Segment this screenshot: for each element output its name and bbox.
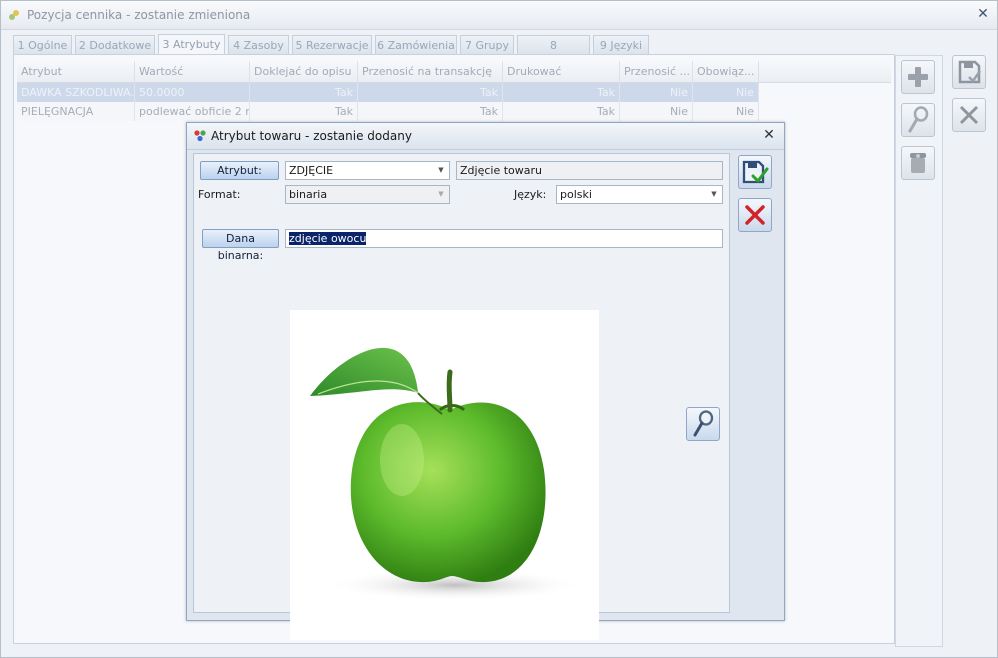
main-save-button[interactable] — [952, 55, 986, 89]
atrybut-value: ZDJĘCIE — [289, 164, 334, 177]
format-value: binaria — [289, 188, 328, 201]
tab-jezyki[interactable]: 9 Języki — [593, 35, 649, 54]
dana-binarna-input[interactable]: zdjęcie owocu — [285, 229, 723, 248]
main-cancel-button[interactable] — [952, 98, 986, 132]
dana-binarna-value: zdjęcie owocu — [289, 232, 367, 245]
table-row[interactable]: DAWKA SZKODLIWA... 50.0000 Tak Tak Tak N… — [17, 83, 759, 102]
preview-button[interactable] — [686, 407, 720, 441]
dialog-panel: Atrybut: ZDJĘCIE ▼ Zdjęcie towaru Format… — [193, 153, 730, 640]
main-title-bar: Pozycja cennika - zostanie zmieniona ✕ — [1, 1, 997, 30]
dialog-title-bar: Atrybut towaru - zostanie dodany ✕ — [187, 123, 784, 150]
column-header-doklejac[interactable]: Doklejać do opisu — [250, 61, 358, 82]
main-title: Pozycja cennika - zostanie zmieniona — [27, 8, 251, 22]
tab-grupy[interactable]: 7 Grupy — [460, 35, 514, 54]
jezyk-select[interactable]: polski ▼ — [556, 185, 723, 204]
tab-dodatkowe[interactable]: 2 Dodatkowe — [75, 35, 155, 54]
trash-icon — [910, 153, 926, 173]
delete-button[interactable] — [901, 146, 935, 180]
column-header-przenosic-transakcje[interactable]: Przenosić na transakcję — [358, 61, 503, 82]
dana-binarna-button[interactable]: Dana binarna: — [202, 229, 279, 262]
magnifier-icon — [693, 410, 714, 437]
dialog-close-icon[interactable]: ✕ — [761, 127, 777, 143]
column-header-atrybut[interactable]: Atrybut — [17, 61, 135, 82]
tab-zasoby[interactable]: 4 Zasoby — [228, 35, 289, 54]
floppy-icon — [958, 60, 982, 84]
chevron-down-icon: ▼ — [711, 190, 717, 198]
app-icon — [9, 10, 19, 20]
binary-image-preview — [290, 310, 599, 640]
apple-image — [310, 347, 585, 601]
main-side-panel — [895, 55, 943, 647]
chevron-down-icon: ▼ — [438, 190, 444, 198]
column-header-drukowac[interactable]: Drukować — [503, 61, 620, 82]
tab-atrybuty[interactable]: 3 Atrybuty — [158, 34, 225, 55]
close-icon — [959, 105, 979, 125]
table-row[interactable]: PIELĘGNACJA podlewać obficie 2 r... Tak … — [17, 102, 759, 121]
add-button[interactable] — [901, 60, 935, 94]
atrybut-button[interactable]: Atrybut: — [200, 161, 279, 180]
plus-icon — [908, 67, 928, 87]
main-close-icon[interactable]: ✕ — [975, 6, 991, 22]
chevron-down-icon: ▼ — [438, 166, 444, 174]
close-icon — [745, 205, 765, 225]
tab-rezerwacje[interactable]: 5 Rezerwacje — [292, 35, 372, 54]
app-icon — [194, 130, 206, 142]
magnifier-icon — [908, 106, 929, 133]
floppy-save-icon — [742, 160, 769, 184]
jezyk-label: Język: — [514, 188, 547, 201]
atrybut-name-field: Zdjęcie towaru — [456, 161, 723, 180]
attribute-dialog: Atrybut towaru - zostanie dodany ✕ Atryb… — [186, 122, 785, 640]
jezyk-value: polski — [560, 188, 592, 201]
column-header-obowiazkowy[interactable]: Obowiąz... — [693, 61, 759, 82]
dialog-cancel-button[interactable] — [738, 198, 772, 232]
format-label: Format: — [198, 188, 241, 201]
atrybut-select[interactable]: ZDJĘCIE ▼ — [285, 161, 450, 180]
edit-button[interactable] — [901, 103, 935, 137]
tab-zamowienia[interactable]: 6 Zamówienia — [375, 35, 457, 54]
column-header-przenosic[interactable]: Przenosić ... — [620, 61, 693, 82]
tab-ogolne[interactable]: 1 Ogólne — [13, 35, 72, 54]
format-select[interactable]: binaria ▼ — [285, 185, 450, 204]
grid-header: Atrybut Wartość Doklejać do opisu Przeno… — [17, 61, 891, 83]
dialog-save-button[interactable] — [738, 155, 772, 189]
dialog-title: Atrybut towaru - zostanie dodany — [211, 129, 412, 143]
column-header-wartosc[interactable]: Wartość — [135, 61, 250, 82]
tab-zamienniki[interactable]: 8 Zamienniki — [517, 35, 590, 71]
